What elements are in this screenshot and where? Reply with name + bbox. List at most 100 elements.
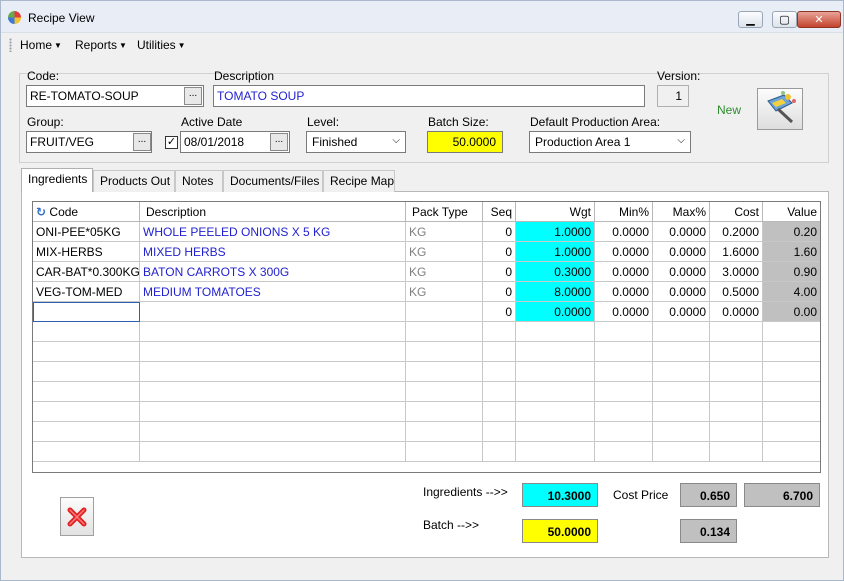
- cell-pack-type[interactable]: KG: [406, 242, 483, 262]
- cell-pack-type[interactable]: KG: [406, 222, 483, 242]
- empty-grid-cell[interactable]: [33, 362, 140, 382]
- empty-grid-cell[interactable]: [763, 342, 820, 362]
- empty-grid-cell[interactable]: [516, 362, 595, 382]
- delete-button[interactable]: [60, 497, 94, 536]
- column-header-value[interactable]: Value: [763, 202, 820, 222]
- empty-grid-cell[interactable]: [140, 322, 406, 342]
- close-button[interactable]: ✕: [797, 11, 841, 28]
- empty-grid-cell[interactable]: [710, 342, 763, 362]
- tab-documents-files[interactable]: Documents/Files: [223, 170, 323, 192]
- table-row[interactable]: MIX-HERBS MIXED HERBS KG 0 1.0000 0.0000…: [33, 242, 820, 262]
- empty-grid-cell[interactable]: [516, 442, 595, 462]
- empty-grid-cell[interactable]: [406, 442, 483, 462]
- empty-grid-cell[interactable]: [763, 362, 820, 382]
- empty-grid-cell[interactable]: [653, 342, 710, 362]
- cell-cost[interactable]: 3.0000: [710, 262, 763, 282]
- empty-grid-cell[interactable]: [406, 382, 483, 402]
- column-header-pack-type[interactable]: Pack Type: [406, 202, 483, 222]
- empty-grid-cell[interactable]: [483, 442, 516, 462]
- empty-grid-cell[interactable]: [653, 402, 710, 422]
- empty-grid-cell[interactable]: [33, 322, 140, 342]
- cell-description[interactable]: [140, 302, 406, 322]
- empty-grid-cell[interactable]: [140, 382, 406, 402]
- empty-grid-cell[interactable]: [406, 342, 483, 362]
- menu-reports[interactable]: Reports ▼: [72, 37, 130, 53]
- empty-grid-cell[interactable]: [516, 382, 595, 402]
- empty-grid-cell[interactable]: [516, 322, 595, 342]
- empty-grid-cell[interactable]: [483, 342, 516, 362]
- empty-grid-cell[interactable]: [653, 382, 710, 402]
- cell-max[interactable]: 0.0000: [653, 302, 710, 322]
- empty-grid-cell[interactable]: [710, 362, 763, 382]
- cell-code[interactable]: MIX-HERBS: [33, 242, 140, 262]
- cell-min[interactable]: 0.0000: [595, 302, 653, 322]
- cell-cost[interactable]: 0.0000: [710, 302, 763, 322]
- cell-wgt[interactable]: 1.0000: [516, 242, 595, 262]
- code-browse-button[interactable]: ...: [184, 87, 202, 105]
- ingredients-grid[interactable]: ↻ Code Description Pack Type Seq Wgt Min…: [32, 201, 821, 473]
- cell-max[interactable]: 0.0000: [653, 242, 710, 262]
- cell-code-input[interactable]: [33, 302, 140, 322]
- cell-seq[interactable]: 0: [483, 302, 516, 322]
- empty-grid-cell[interactable]: [140, 402, 406, 422]
- empty-grid-cell[interactable]: [710, 422, 763, 442]
- tab-notes[interactable]: Notes: [175, 170, 223, 192]
- cell-cost[interactable]: 0.5000: [710, 282, 763, 302]
- cell-min[interactable]: 0.0000: [595, 242, 653, 262]
- empty-grid-cell[interactable]: [595, 362, 653, 382]
- empty-grid-cell[interactable]: [653, 362, 710, 382]
- batch-size-field[interactable]: 50.0000: [427, 131, 503, 153]
- empty-grid-cell[interactable]: [595, 342, 653, 362]
- empty-grid-row[interactable]: [33, 322, 820, 342]
- column-header-wgt[interactable]: Wgt: [516, 202, 595, 222]
- recipe-wizard-button[interactable]: [757, 88, 803, 130]
- empty-grid-cell[interactable]: [406, 422, 483, 442]
- empty-grid-cell[interactable]: [33, 342, 140, 362]
- cell-code[interactable]: CAR-BAT*0.300KG: [33, 262, 140, 282]
- empty-grid-cell[interactable]: [653, 442, 710, 462]
- cell-min[interactable]: 0.0000: [595, 222, 653, 242]
- empty-grid-cell[interactable]: [483, 422, 516, 442]
- active-date-checkbox[interactable]: ✓: [165, 136, 178, 149]
- table-row[interactable]: CAR-BAT*0.300KG BATON CARROTS X 300G KG …: [33, 262, 820, 282]
- cell-description[interactable]: MIXED HERBS: [140, 242, 406, 262]
- tab-products-out[interactable]: Products Out: [93, 170, 175, 192]
- description-field[interactable]: TOMATO SOUP: [213, 85, 645, 107]
- column-header-cost[interactable]: Cost: [710, 202, 763, 222]
- cell-wgt[interactable]: 0.0000: [516, 302, 595, 322]
- empty-grid-cell[interactable]: [483, 322, 516, 342]
- cell-max[interactable]: 0.0000: [653, 262, 710, 282]
- empty-grid-cell[interactable]: [33, 442, 140, 462]
- empty-grid-cell[interactable]: [140, 422, 406, 442]
- column-header-min[interactable]: Min%: [595, 202, 653, 222]
- level-select[interactable]: Finished ⌵: [306, 131, 406, 153]
- menu-utilities[interactable]: Utilities ▼: [134, 37, 189, 53]
- empty-grid-cell[interactable]: [710, 322, 763, 342]
- cell-seq[interactable]: 0: [483, 222, 516, 242]
- cell-description[interactable]: BATON CARROTS X 300G: [140, 262, 406, 282]
- production-area-select[interactable]: Production Area 1 ⌵: [529, 131, 691, 153]
- empty-grid-cell[interactable]: [653, 422, 710, 442]
- cell-pack-type[interactable]: [406, 302, 483, 322]
- cell-code[interactable]: ONI-PEE*05KG: [33, 222, 140, 242]
- cell-pack-type[interactable]: KG: [406, 262, 483, 282]
- minimize-button[interactable]: ▁: [738, 11, 763, 28]
- empty-grid-cell[interactable]: [516, 422, 595, 442]
- empty-grid-cell[interactable]: [595, 382, 653, 402]
- column-header-max[interactable]: Max%: [653, 202, 710, 222]
- cell-min[interactable]: 0.0000: [595, 282, 653, 302]
- table-row-new[interactable]: 0 0.0000 0.0000 0.0000 0.0000 0.00: [33, 302, 820, 322]
- tab-recipe-map[interactable]: Recipe Map: [323, 170, 395, 192]
- empty-grid-cell[interactable]: [140, 342, 406, 362]
- empty-grid-cell[interactable]: [140, 362, 406, 382]
- empty-grid-cell[interactable]: [763, 422, 820, 442]
- empty-grid-cell[interactable]: [516, 402, 595, 422]
- empty-grid-cell[interactable]: [763, 402, 820, 422]
- empty-grid-cell[interactable]: [483, 382, 516, 402]
- cell-description[interactable]: WHOLE PEELED ONIONS X 5 KG: [140, 222, 406, 242]
- empty-grid-row[interactable]: [33, 342, 820, 362]
- empty-grid-cell[interactable]: [763, 442, 820, 462]
- empty-grid-cell[interactable]: [710, 382, 763, 402]
- cell-max[interactable]: 0.0000: [653, 282, 710, 302]
- cell-seq[interactable]: 0: [483, 282, 516, 302]
